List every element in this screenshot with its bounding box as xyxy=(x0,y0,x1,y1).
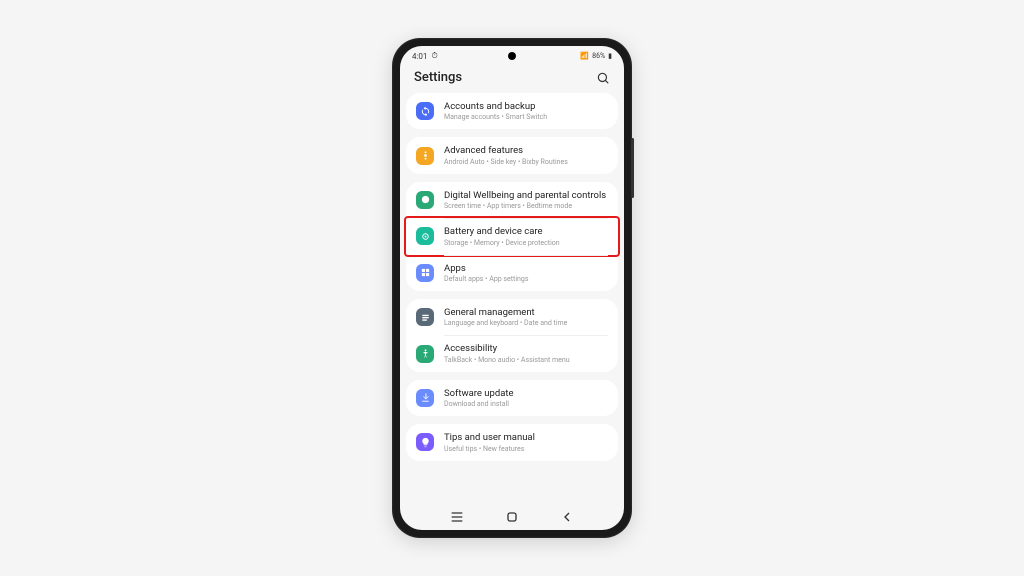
accessibility-icon xyxy=(416,345,434,363)
navigation-bar xyxy=(400,504,624,530)
item-subtitle: Manage accounts • Smart Switch xyxy=(444,113,608,121)
wifi-icon: 📶 xyxy=(580,52,589,60)
item-text: Battery and device care Storage • Memory … xyxy=(444,226,608,246)
care-icon xyxy=(416,227,434,245)
side-button xyxy=(631,138,634,198)
page-title: Settings xyxy=(414,70,462,85)
settings-group: Advanced features Android Auto • Side key… xyxy=(406,137,618,173)
item-subtitle: Screen time • App timers • Bedtime mode xyxy=(444,202,608,210)
item-subtitle: Storage • Memory • Device protection xyxy=(444,239,608,247)
settings-item-update[interactable]: Software updateDownload and install xyxy=(406,380,618,416)
settings-group: Accounts and backupManage accounts • Sma… xyxy=(406,93,618,129)
settings-item-care[interactable]: Battery and device care Storage • Memory … xyxy=(404,216,620,256)
settings-item-tips[interactable]: Tips and user manual Useful tips • New fe… xyxy=(406,424,618,460)
item-title: Apps xyxy=(444,263,608,274)
recents-button[interactable] xyxy=(449,509,465,525)
battery-icon: ▮ xyxy=(608,52,612,60)
sync-icon xyxy=(416,102,434,120)
item-text: Advanced features Android Auto • Side key… xyxy=(444,145,608,165)
item-title: General management xyxy=(444,307,608,318)
back-button[interactable] xyxy=(559,509,575,525)
settings-group: Digital Wellbeing and parental controlsS… xyxy=(406,182,618,291)
item-text: Accounts and backupManage accounts • Sma… xyxy=(444,101,608,121)
update-icon xyxy=(416,389,434,407)
item-title: Software update xyxy=(444,388,608,399)
settings-item-sync[interactable]: Accounts and backupManage accounts • Sma… xyxy=(406,93,618,129)
phone-frame: 4:01 ⏱ 📶 86% ▮ Settings Accounts and bac… xyxy=(392,38,632,538)
search-icon xyxy=(596,71,610,85)
settings-item-wellbeing[interactable]: Digital Wellbeing and parental controlsS… xyxy=(406,182,618,218)
item-subtitle: Useful tips • New features xyxy=(444,445,608,453)
settings-list[interactable]: Accounts and backupManage accounts • Sma… xyxy=(400,93,624,504)
item-subtitle: TalkBack • Mono audio • Assistant menu xyxy=(444,356,608,364)
item-title: Digital Wellbeing and parental controls xyxy=(444,190,608,201)
item-subtitle: Default apps • App settings xyxy=(444,275,608,283)
item-title: Battery and device care xyxy=(444,226,608,237)
item-subtitle: Language and keyboard • Date and time xyxy=(444,319,608,327)
item-title: Tips and user manual xyxy=(444,432,608,443)
tips-icon xyxy=(416,433,434,451)
item-text: AppsDefault apps • App settings xyxy=(444,263,608,283)
settings-item-accessibility[interactable]: Accessibility TalkBack • Mono audio • Ass… xyxy=(406,335,618,371)
general-icon xyxy=(416,308,434,326)
item-text: General managementLanguage and keyboard … xyxy=(444,307,608,327)
item-subtitle: Android Auto • Side key • Bixby Routines xyxy=(444,158,608,166)
item-subtitle: Download and install xyxy=(444,400,608,408)
advanced-icon xyxy=(416,147,434,165)
item-text: Software updateDownload and install xyxy=(444,388,608,408)
item-text: Tips and user manual Useful tips • New fe… xyxy=(444,432,608,452)
header: Settings xyxy=(400,64,624,93)
item-text: Accessibility TalkBack • Mono audio • Ass… xyxy=(444,343,608,363)
screen: 4:01 ⏱ 📶 86% ▮ Settings Accounts and bac… xyxy=(400,46,624,530)
settings-item-general[interactable]: General managementLanguage and keyboard … xyxy=(406,299,618,335)
wellbeing-icon xyxy=(416,191,434,209)
settings-group: Software updateDownload and install xyxy=(406,380,618,416)
settings-group: General managementLanguage and keyboard … xyxy=(406,299,618,372)
alarm-icon: ⏱ xyxy=(431,51,437,61)
item-text: Digital Wellbeing and parental controlsS… xyxy=(444,190,608,210)
settings-item-advanced[interactable]: Advanced features Android Auto • Side key… xyxy=(406,137,618,173)
item-title: Accessibility xyxy=(444,343,608,354)
settings-group: Tips and user manual Useful tips • New fe… xyxy=(406,424,618,460)
status-time: 4:01 xyxy=(412,52,427,61)
home-button[interactable] xyxy=(504,509,520,525)
battery-text: 86% xyxy=(592,52,605,60)
apps-icon xyxy=(416,264,434,282)
item-title: Accounts and backup xyxy=(444,101,608,112)
front-camera xyxy=(508,52,516,60)
item-title: Advanced features xyxy=(444,145,608,156)
search-button[interactable] xyxy=(596,71,610,85)
settings-item-apps[interactable]: AppsDefault apps • App settings xyxy=(406,255,618,291)
